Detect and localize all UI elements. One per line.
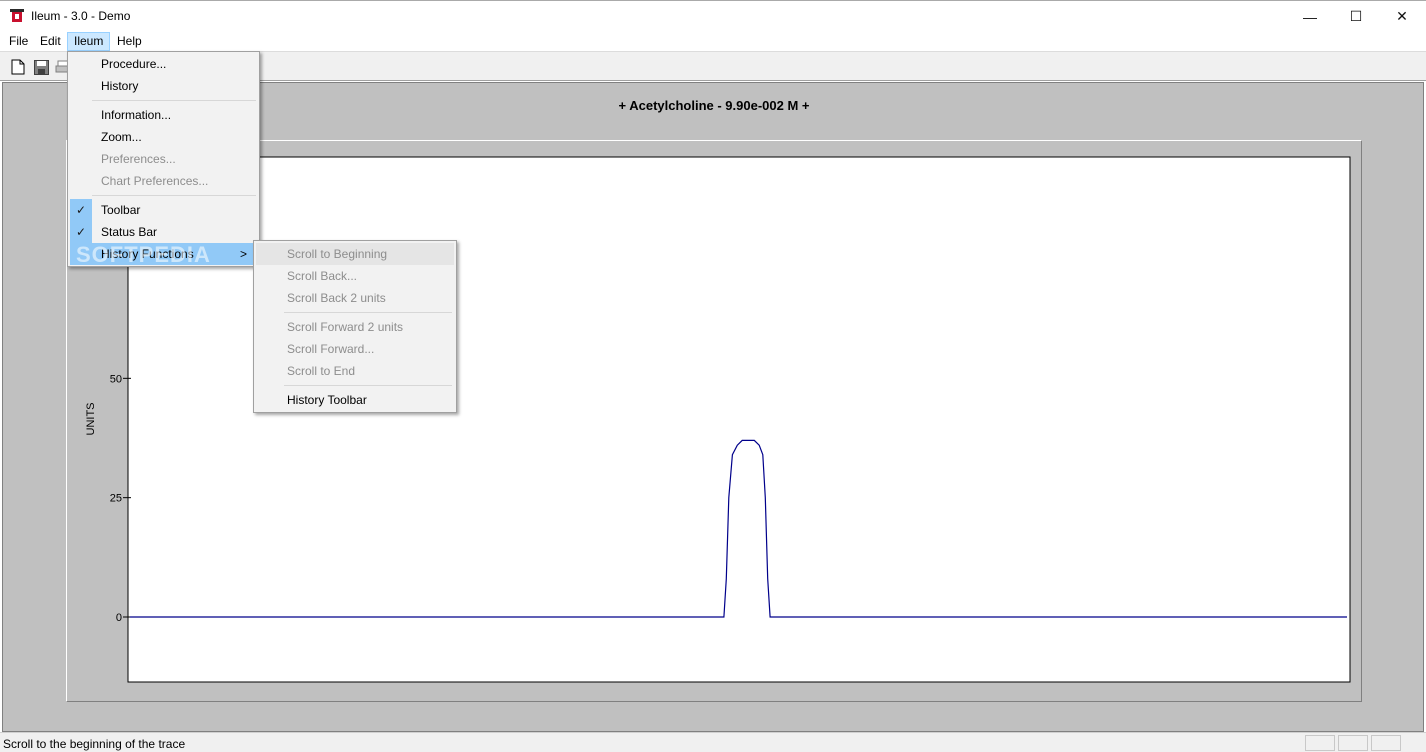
submenu-arrow-icon: > [239,247,247,261]
menu-item-procedure[interactable]: Procedure... [70,53,257,75]
menu-separator [284,312,452,313]
status-pane [1305,735,1335,751]
menu-bar: File Edit Ileum Help [0,31,1426,51]
y-tick-label: 50 [110,373,122,385]
menu-separator [92,195,256,196]
menu-item-scroll-forward[interactable]: Scroll Forward... [256,338,454,360]
menu-item-history[interactable]: History [70,75,257,97]
save-icon [33,59,49,75]
menu-separator [284,385,452,386]
title-bar: Ileum - 3.0 - Demo — ☐ ✕ [0,0,1426,31]
maximize-button[interactable]: ☐ [1333,1,1379,32]
watermark: SOFTPEDIA [76,242,211,267]
trace-chart: UNITS 0255075 [85,156,1351,683]
menu-item-scroll-to-beginning[interactable]: Scroll to Beginning [256,243,454,265]
menu-item-scroll-back-2[interactable]: Scroll Back 2 units [256,287,454,309]
plot-area [127,156,1351,683]
menu-item-history-toolbar[interactable]: History Toolbar [256,389,454,411]
new-document-icon [11,59,25,75]
menu-ileum[interactable]: Ileum [67,32,111,51]
menu-item-zoom[interactable]: Zoom... [70,126,257,148]
window-title: Ileum - 3.0 - Demo [31,9,131,23]
menu-separator [92,100,256,101]
menu-item-chart-preferences[interactable]: Chart Preferences... [70,170,257,192]
menu-edit[interactable]: Edit [34,32,67,51]
y-tick-label: 0 [116,612,122,624]
menu-item-scroll-forward-2[interactable]: Scroll Forward 2 units [256,316,454,338]
chart-frame: UNITS 0255075 [66,140,1362,702]
status-pane [1371,735,1401,751]
menu-item-information[interactable]: Information... [70,104,257,126]
minimize-button[interactable]: — [1287,1,1333,32]
menu-item-preferences[interactable]: Preferences... [70,148,257,170]
menu-item-toolbar[interactable]: Toolbar [70,199,257,221]
close-button[interactable]: ✕ [1379,1,1425,32]
status-bar: Scroll to the beginning of the trace [0,732,1426,752]
status-text: Scroll to the beginning of the trace [3,737,186,751]
menu-item-status-bar[interactable]: Status Bar [70,221,257,243]
ileum-menu: Procedure... History Information... Zoom… [67,51,260,267]
history-functions-submenu: Scroll to Beginning Scroll Back... Scrol… [253,240,457,413]
status-pane [1338,735,1368,751]
y-tick-label: 25 [110,493,122,505]
menu-help[interactable]: Help [111,32,148,51]
menu-file[interactable]: File [3,32,34,51]
save-button[interactable] [31,57,51,77]
new-document-button[interactable] [8,57,28,77]
menu-item-scroll-back[interactable]: Scroll Back... [256,265,454,287]
menu-item-scroll-to-end[interactable]: Scroll to End [256,360,454,382]
y-axis-label: UNITS [85,403,97,436]
app-icon [10,9,24,22]
